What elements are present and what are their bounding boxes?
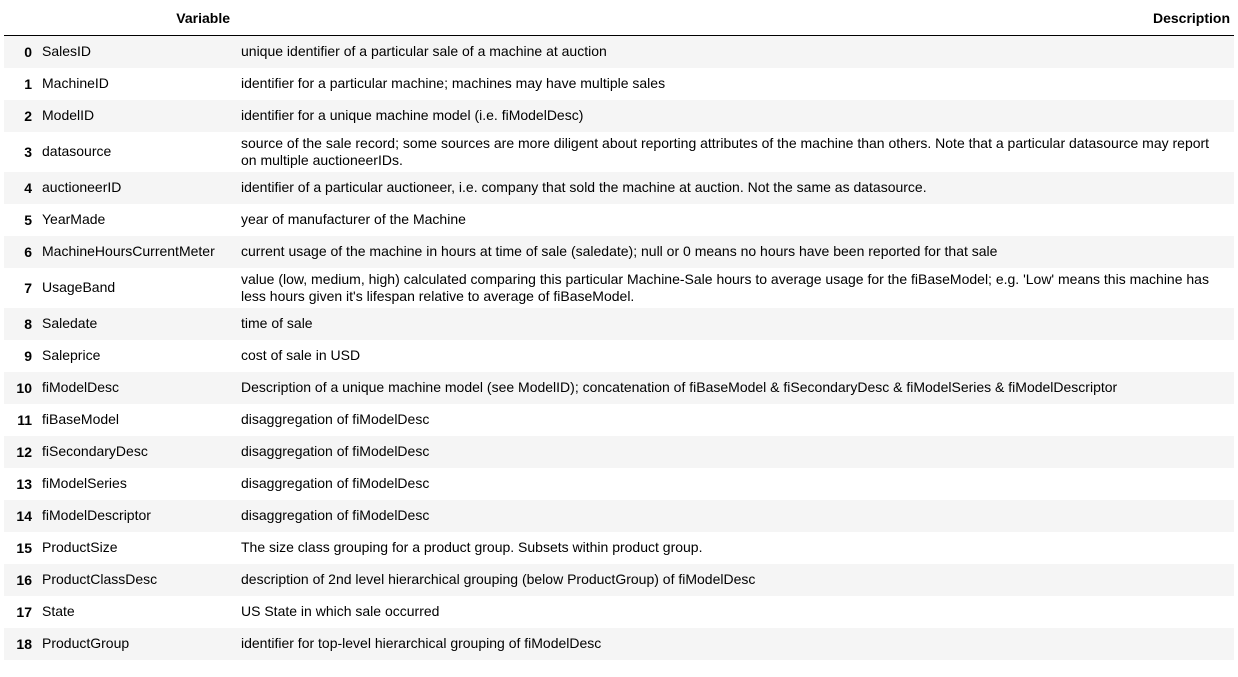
variable-cell: Saledate	[42, 315, 98, 331]
row-index: 14	[16, 507, 32, 524]
row-index: 16	[16, 571, 32, 588]
table-row: 8 Saledate time of sale	[4, 307, 1234, 340]
variable-description-table: Variable Description 0 SalesID unique id…	[4, 0, 1234, 660]
dataframe-output: Variable Description 0 SalesID unique id…	[4, 0, 1234, 660]
variable-cell: ModelID	[42, 107, 95, 123]
variable-cell: UsageBand	[42, 279, 116, 295]
row-index: 18	[16, 635, 32, 652]
description-column-header: Description	[232, 0, 1234, 36]
description-cell: value (low, medium, high) calculated com…	[241, 270, 1209, 304]
table-row: 0 SalesID unique identifier of a particu…	[4, 35, 1234, 68]
description-cell: identifier for top-level hierarchical gr…	[241, 635, 602, 651]
index-column-header	[4, 0, 36, 36]
description-cell: Description of a unique machine model (s…	[241, 379, 1118, 395]
table-row: 15 ProductSize The size class grouping f…	[4, 531, 1234, 564]
description-cell: identifier for a particular machine; mac…	[241, 75, 666, 91]
variable-cell: SalesID	[42, 43, 92, 60]
row-index: 8	[24, 315, 32, 332]
variable-cell: fiSecondaryDesc	[42, 443, 148, 459]
description-cell: The size class grouping for a product gr…	[241, 539, 703, 555]
table-row: 5 YearMade year of manufacturer of the M…	[4, 203, 1234, 236]
description-cell: unique identifier of a particular sale o…	[241, 43, 607, 60]
row-index: 15	[16, 539, 32, 556]
row-index: 9	[24, 347, 32, 364]
table-row: 2 ModelID identifier for a unique machin…	[4, 99, 1234, 132]
row-index: 5	[24, 211, 32, 228]
description-cell: year of manufacturer of the Machine	[241, 211, 466, 227]
table-row: 18 ProductGroup identifier for top-level…	[4, 627, 1234, 660]
variable-cell: ProductSize	[42, 539, 118, 555]
row-index: 0	[24, 43, 32, 60]
table-header: Variable Description	[4, 0, 1234, 36]
description-cell: identifier for a unique machine model (i…	[241, 107, 584, 123]
row-index: 7	[24, 279, 32, 296]
row-index: 10	[16, 379, 32, 396]
table-row: 4 auctioneerID identifier of a particula…	[4, 171, 1234, 204]
table-row: 9 Saleprice cost of sale in USD	[4, 339, 1234, 372]
table-row: 14 fiModelDescriptor disaggregation of f…	[4, 499, 1234, 532]
table-row: 16 ProductClassDesc description of 2nd l…	[4, 563, 1234, 596]
variable-cell: MachineID	[42, 75, 109, 91]
table-row: 11 fiBaseModel disaggregation of fiModel…	[4, 403, 1234, 436]
variable-cell: Saleprice	[42, 347, 101, 363]
table-row: 7 UsageBand value (low, medium, high) ca…	[4, 267, 1234, 308]
variable-cell: auctioneerID	[42, 179, 122, 195]
description-cell: disaggregation of fiModelDesc	[241, 411, 430, 427]
variable-cell: fiBaseModel	[42, 411, 120, 427]
row-index: 6	[24, 243, 32, 260]
description-cell: source of the sale record; some sources …	[241, 134, 1210, 168]
variable-cell: fiModelDescriptor	[42, 507, 151, 523]
table-row: 6 MachineHoursCurrentMeter current usage…	[4, 235, 1234, 268]
row-index: 12	[16, 443, 32, 460]
variable-cell: ProductClassDesc	[42, 571, 158, 587]
description-cell: time of sale	[241, 315, 313, 331]
description-cell: disaggregation of fiModelDesc	[241, 507, 430, 523]
row-index: 3	[24, 143, 32, 160]
table-row: 3 datasource source of the sale record; …	[4, 131, 1234, 172]
row-index: 2	[24, 107, 32, 124]
variable-cell: datasource	[42, 143, 112, 159]
table-row: 13 fiModelSeries disaggregation of fiMod…	[4, 467, 1234, 500]
variable-cell: fiModelSeries	[42, 475, 127, 491]
description-cell: US State in which sale occurred	[241, 603, 440, 619]
row-index: 17	[16, 603, 32, 620]
description-cell: disaggregation of fiModelDesc	[241, 443, 430, 459]
description-cell: current usage of the machine in hours at…	[241, 243, 998, 259]
variable-cell: YearMade	[42, 211, 106, 227]
description-cell: cost of sale in USD	[241, 347, 361, 363]
description-cell: identifier of a particular auctioneer, i…	[241, 179, 927, 195]
table-row: 10 fiModelDesc Description of a unique m…	[4, 371, 1234, 404]
header-row: Variable Description	[4, 0, 1234, 36]
variable-cell: State	[42, 603, 75, 619]
table-row: 12 fiSecondaryDesc disaggregation of fiM…	[4, 435, 1234, 468]
table-row: 17 State US State in which sale occurred	[4, 595, 1234, 628]
variable-cell: MachineHoursCurrentMeter	[42, 243, 215, 259]
row-index: 1	[24, 75, 32, 92]
row-index: 4	[24, 179, 32, 196]
row-index: 13	[16, 475, 32, 492]
row-index: 11	[17, 411, 32, 428]
variable-cell: ProductGroup	[42, 635, 130, 651]
variable-cell: fiModelDesc	[42, 379, 120, 395]
description-cell: disaggregation of fiModelDesc	[241, 475, 430, 491]
variable-column-header: Variable	[36, 0, 232, 36]
description-cell: description of 2nd level hierarchical gr…	[241, 571, 756, 587]
table-body: 0 SalesID unique identifier of a particu…	[4, 35, 1234, 660]
table-row: 1 MachineID identifier for a particular …	[4, 67, 1234, 100]
